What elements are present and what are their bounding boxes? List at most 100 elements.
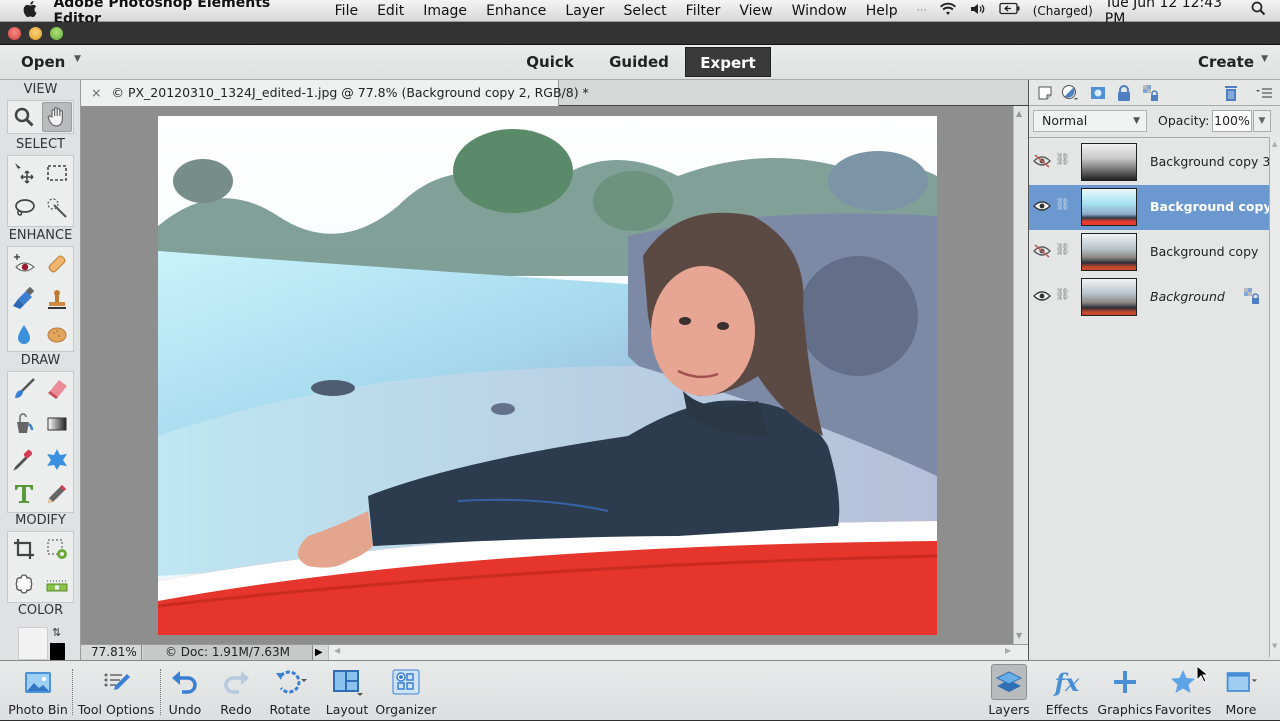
close-window-button[interactable] — [8, 27, 21, 40]
layer-row-selected[interactable]: ⛓ Background copy 2 — [1029, 185, 1280, 230]
layer-mask-icon[interactable] — [1089, 84, 1107, 102]
apple-icon[interactable] — [18, 0, 41, 21]
menu-help[interactable]: Help — [866, 3, 898, 19]
blur-tool[interactable] — [9, 319, 39, 349]
layer-row[interactable]: ⛓ Background copy 3 — [1029, 140, 1270, 185]
scroll-down-arrow-icon[interactable]: ▼ — [1016, 631, 1022, 640]
spot-healing-tool[interactable] — [42, 249, 72, 279]
gradient-tool[interactable] — [42, 409, 72, 439]
menu-enhance[interactable]: Enhance — [486, 3, 546, 19]
tab-guided[interactable]: Guided — [598, 47, 680, 77]
visibility-off-icon[interactable] — [1033, 153, 1051, 169]
sponge-tool[interactable] — [42, 319, 72, 349]
more-panels-button[interactable]: More — [1218, 661, 1264, 721]
scroll-right-arrow-icon[interactable]: ▶ — [1005, 646, 1011, 655]
layer-row[interactable]: ⛓ Background copy — [1029, 230, 1269, 275]
crop-tool[interactable] — [9, 534, 39, 564]
eyedropper-tool[interactable] — [9, 444, 39, 474]
foreground-color-swatch[interactable] — [18, 627, 48, 660]
layers-panel-button[interactable]: Layers — [984, 661, 1034, 721]
hand-tool[interactable] — [42, 102, 72, 132]
menu-view[interactable]: View — [739, 3, 772, 19]
canvas-vertical-scrollbar[interactable]: ▲ ▼ — [1013, 106, 1028, 644]
layers-scroll-down-icon[interactable]: ▼ — [1272, 642, 1277, 650]
create-button[interactable]: Create — [1198, 53, 1254, 71]
tab-expert[interactable]: Expert — [685, 47, 771, 77]
menu-select[interactable]: Select — [623, 3, 666, 19]
open-button[interactable]: Open — [21, 53, 65, 71]
menu-layer[interactable]: Layer — [565, 3, 604, 19]
open-dropdown-arrow-icon[interactable]: ▼ — [74, 54, 81, 64]
custom-shape-tool[interactable] — [42, 444, 72, 474]
marquee-tool[interactable] — [42, 158, 72, 188]
type-tool[interactable] — [9, 479, 39, 509]
tab-quick[interactable]: Quick — [512, 47, 588, 77]
redo-button[interactable]: Redo — [213, 661, 259, 721]
photo-bin-button[interactable]: Photo Bin — [5, 661, 71, 721]
scroll-up-arrow-icon[interactable]: ▲ — [1016, 109, 1022, 118]
clone-stamp-tool[interactable] — [42, 284, 72, 314]
menu-image[interactable]: Image — [423, 3, 467, 19]
new-layer-icon[interactable] — [1036, 84, 1054, 102]
opacity-input[interactable]: 100% — [1212, 110, 1252, 132]
paint-bucket-tool[interactable] — [9, 409, 39, 439]
status-menu-arrow-icon[interactable]: ▶ — [315, 645, 323, 660]
layers-scroll-up-icon[interactable]: ▲ — [1272, 140, 1277, 148]
layer-link-icon[interactable]: ⛓ — [1055, 287, 1070, 301]
effects-panel-button[interactable]: fx Effects — [1042, 661, 1092, 721]
lock-all-icon[interactable] — [1115, 84, 1133, 102]
cookie-cutter-tool[interactable] — [9, 569, 39, 599]
create-dropdown-arrow-icon[interactable]: ▼ — [1261, 54, 1268, 64]
layer-link-icon[interactable]: ⛓ — [1055, 242, 1070, 256]
spotlight-search-icon[interactable] — [1251, 1, 1266, 20]
document-image[interactable] — [158, 116, 937, 635]
swap-colors-icon[interactable]: ⇅ — [52, 626, 61, 639]
straighten-tool[interactable] — [42, 569, 72, 599]
scroll-left-arrow-icon[interactable]: ◀ — [334, 646, 340, 655]
rotate-button[interactable]: Rotate — [264, 661, 316, 721]
battery-icon[interactable] — [999, 2, 1021, 19]
opacity-dropdown-arrow-icon[interactable]: ▼ — [1253, 110, 1271, 132]
layout-button[interactable]: Layout — [322, 661, 372, 721]
undo-button[interactable]: Undo — [162, 661, 208, 721]
brush-tool[interactable] — [9, 374, 39, 404]
menu-file[interactable]: File — [335, 3, 358, 19]
background-color-swatch[interactable] — [50, 643, 65, 660]
menu-edit[interactable]: Edit — [377, 3, 404, 19]
organizer-button[interactable]: Organizer — [374, 661, 438, 721]
red-eye-tool[interactable] — [9, 249, 39, 279]
bluetooth-icon[interactable]: ⋯ — [917, 5, 927, 16]
layers-scrollbar[interactable]: ▲ ▼ — [1269, 137, 1280, 657]
graphics-panel-button[interactable]: Graphics — [1097, 661, 1153, 721]
delete-layer-icon[interactable] — [1222, 84, 1240, 102]
pencil-tool[interactable] — [42, 479, 72, 509]
move-tool[interactable] — [9, 158, 39, 188]
zoom-window-button[interactable] — [50, 27, 63, 40]
close-document-icon[interactable]: × — [91, 85, 101, 100]
menu-filter[interactable]: Filter — [686, 3, 721, 19]
canvas-horizontal-scrollbar[interactable]: ◀ ▶ — [328, 645, 1028, 660]
visibility-off-icon[interactable] — [1033, 243, 1051, 259]
volume-icon[interactable] — [969, 2, 987, 20]
zoom-tool[interactable] — [9, 102, 39, 132]
smart-brush-tool[interactable] — [9, 284, 39, 314]
layer-row[interactable]: ⛓ Background — [1029, 275, 1269, 320]
tool-options-button[interactable]: Tool Options — [74, 661, 158, 721]
wifi-icon[interactable] — [939, 2, 957, 20]
eraser-tool[interactable] — [42, 374, 72, 404]
blend-mode-select[interactable]: Normal ▼ — [1033, 110, 1147, 132]
panel-menu-icon[interactable] — [1255, 84, 1273, 102]
lock-transparency-icon[interactable] — [1142, 84, 1160, 102]
visibility-on-icon[interactable] — [1033, 288, 1051, 304]
layer-link-icon[interactable]: ⛓ — [1055, 152, 1070, 166]
visibility-on-icon[interactable] — [1033, 198, 1051, 214]
document-tab[interactable]: × © PX_20120310_1324J_edited-1.jpg @ 77.… — [81, 80, 589, 106]
layer-link-icon[interactable]: ⛓ — [1055, 197, 1070, 211]
menu-window[interactable]: Window — [792, 3, 847, 19]
canvas-area[interactable] — [81, 106, 1013, 644]
adjustment-layer-icon[interactable] — [1061, 84, 1079, 102]
recompose-tool[interactable] — [42, 534, 72, 564]
minimize-window-button[interactable] — [29, 27, 42, 40]
quick-selection-tool[interactable] — [42, 193, 72, 223]
lasso-tool[interactable] — [9, 193, 39, 223]
